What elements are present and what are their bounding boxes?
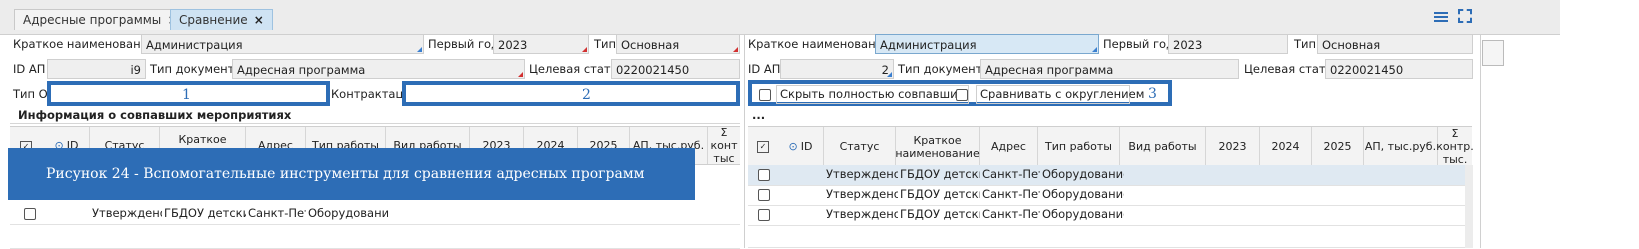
cell-status: Утверждено — [92, 206, 162, 220]
column-header-ap[interactable]: АП, тыс.руб. — [1364, 127, 1438, 166]
column-header-address[interactable]: Адрес — [980, 127, 1038, 166]
column-header-2023[interactable]: 2023 — [1206, 127, 1260, 166]
short-name-label: Краткое наименование — [13, 37, 156, 51]
cell-work-type: Оборудование — [1042, 167, 1124, 181]
row-checkbox[interactable] — [24, 208, 36, 220]
table-row[interactable]: Утверждено ГБДОУ детский Санкт-Петер Обо… — [748, 205, 1472, 226]
round-checkbox[interactable] — [956, 89, 968, 101]
column-header-work-type[interactable]: Тип работы — [1038, 127, 1120, 166]
type-label: Тип — [594, 37, 617, 51]
column-header-sum[interactable]: Σ конт тыс — [708, 126, 740, 165]
table-row[interactable]: Утверждено ГБДОУ детский Санкт-Петер Обо… — [748, 165, 1472, 186]
tab-label: Сравнение — [179, 13, 248, 27]
contracting-field[interactable]: 2 — [402, 81, 740, 106]
doc-type-field[interactable]: Адресная программа — [232, 59, 525, 79]
tab-comparison[interactable]: Сравнение × — [170, 9, 273, 30]
fullscreen-icon[interactable] — [1458, 9, 1472, 23]
column-header-2025[interactable]: 2025 — [1312, 127, 1364, 166]
tab-address-programs[interactable]: Адресные программы × — [14, 9, 187, 30]
first-year-field[interactable]: 2023 — [1168, 34, 1288, 54]
column-header-id[interactable]: ⊙ ID — [778, 127, 824, 166]
target-field: 0220021450 — [611, 59, 740, 79]
cell-work-type: Оборудование — [308, 206, 388, 220]
cell-address: Санкт-Петер — [982, 167, 1040, 181]
sort-icon: ⊙ — [788, 140, 798, 153]
first-year-label: Первый год — [1103, 37, 1175, 51]
row-checkbox[interactable] — [758, 209, 770, 221]
id-label: ID АП — [13, 62, 46, 76]
round-label[interactable]: Сравнивать с округлением — [976, 85, 1144, 104]
callout-number: 2 — [582, 87, 591, 103]
doc-type-field[interactable]: Адресная программа — [980, 59, 1239, 79]
compare-options-group: Скрыть полностью совпавшие Сравнивать с … — [748, 80, 1172, 106]
cell-address: Санкт-Петер — [982, 207, 1040, 221]
cell-short-name: ГБДОУ детский — [164, 206, 246, 220]
column-header-status[interactable]: Статус — [824, 127, 896, 166]
list-view-icon[interactable] — [1434, 11, 1448, 23]
short-name-field[interactable]: Администрация — [141, 34, 424, 54]
side-panel-handle[interactable] — [1482, 40, 1504, 66]
row-checkbox[interactable] — [758, 189, 770, 201]
cell-short-name: ГБДОУ детский — [900, 167, 980, 181]
target-label: Целевая статья — [529, 62, 625, 76]
select-all-checkbox[interactable]: ✓ — [757, 141, 769, 153]
cell-status: Утверждено — [826, 167, 898, 181]
target-field: 0220021450 — [1325, 59, 1473, 79]
panel-divider — [744, 34, 745, 248]
divider — [10, 123, 740, 124]
short-name-label: Краткое наименование — [748, 37, 891, 51]
cell-short-name: ГБДОУ детский — [900, 187, 980, 201]
row-checkbox[interactable] — [758, 169, 770, 181]
column-header-sum[interactable]: Σ контр. тыс. — [1436, 127, 1473, 166]
cell-work-type: Оборудование — [1042, 187, 1124, 201]
divider — [1480, 34, 1481, 248]
doc-type-label: Тип документа — [150, 62, 242, 76]
scrollbar[interactable] — [1465, 165, 1473, 248]
short-name-field[interactable]: Администрация — [875, 34, 1099, 54]
type-field[interactable]: Основная — [1317, 34, 1473, 54]
figure-caption: Рисунок 24 - Вспомогательные инструменты… — [8, 148, 695, 200]
doc-type-label: Тип документа — [898, 62, 990, 76]
cell-address: Санкт-Петер — [248, 206, 306, 220]
id-field: 2 — [780, 59, 894, 79]
table-row[interactable]: Утверждено ГБДОУ детский Санкт-Петер Обо… — [10, 204, 740, 225]
table-header: ✓ ⊙ ID Статус Краткое наименование Адрес … — [748, 126, 1474, 167]
table-row[interactable] — [10, 224, 740, 249]
callout-number: 3 — [1148, 86, 1157, 102]
tab-label: Адресные программы — [23, 13, 162, 27]
hide-match-label[interactable]: Скрыть полностью совпавшие — [776, 85, 969, 104]
id-label: ID АП — [748, 62, 781, 76]
type-label: Тип — [1294, 37, 1317, 51]
callout-number: 1 — [182, 87, 191, 103]
cell-address: Санкт-Петер — [982, 187, 1040, 201]
section-title: ... — [752, 108, 766, 122]
cell-status: Утверждено — [826, 207, 898, 221]
table-row[interactable]: Утверждено ГБДОУ детский Санкт-Петер Обо… — [748, 185, 1472, 206]
hide-match-checkbox[interactable] — [759, 89, 771, 101]
column-header-short-name[interactable]: Краткое наименование — [895, 127, 980, 166]
cell-status: Утверждено — [826, 187, 898, 201]
id-field: i9 — [47, 59, 146, 79]
type-field[interactable]: Основная — [616, 34, 740, 54]
column-header-2024[interactable]: 2024 — [1260, 127, 1312, 166]
column-header-work-kind[interactable]: Вид работы — [1120, 127, 1206, 166]
close-icon[interactable]: × — [254, 13, 264, 27]
section-title: Информация о совпавших мероприятиях — [18, 108, 292, 122]
oy-type-field[interactable]: 1 — [47, 81, 330, 106]
cell-short-name: ГБДОУ детский — [900, 207, 980, 221]
first-year-label: Первый год — [428, 37, 500, 51]
first-year-field[interactable]: 2023 — [493, 34, 589, 54]
cell-work-type: Оборудование — [1042, 207, 1124, 221]
table-row[interactable] — [748, 225, 1472, 248]
